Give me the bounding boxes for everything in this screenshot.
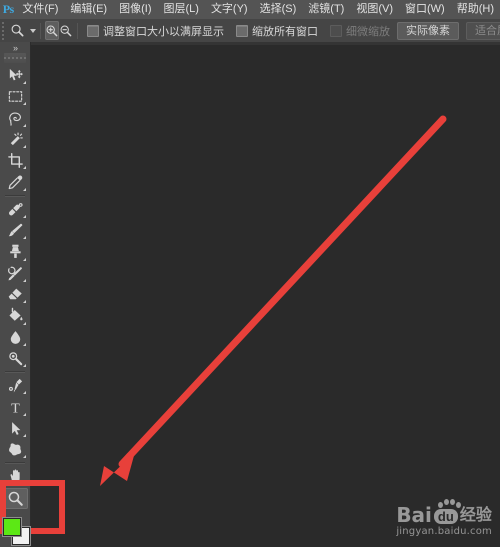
options-bar-grip[interactable] [0,19,4,42]
tool-custom-shape-tool[interactable] [2,439,28,460]
tool-flyout-indicator [23,257,26,261]
tool-flyout-indicator [23,434,26,438]
menu-bar: Ps 文件(F) 编辑(E) 图像(I) 图层(L) 文字(Y) 选择(S) 滤… [0,0,500,20]
zoom-all-windows-label: 缩放所有窗口 [252,25,318,38]
actual-pixels-button[interactable]: 实际像素 [397,21,459,40]
tool-hand-tool[interactable] [2,466,28,487]
tools-divider-2 [5,371,25,374]
tools-divider-1 [5,194,25,197]
tool-flyout-indicator [23,145,26,149]
tool-eraser-tool[interactable] [2,284,28,305]
watermark-bai: Bai [396,503,432,527]
tool-pen-tool[interactable] [2,375,28,396]
menu-layer[interactable]: 图层(L) [157,0,204,19]
foreground-color-swatch[interactable] [3,517,21,536]
tools-panel-grip[interactable] [4,53,26,63]
tool-flyout-indicator [23,236,26,240]
resize-windows-to-fit-label: 调整窗口大小以满屏显示 [103,25,224,38]
tool-flyout-indicator [23,81,26,85]
tool-gradient-tool[interactable] [2,305,28,326]
tool-zoom-tool[interactable] [2,487,28,509]
tool-flyout-indicator [23,342,26,346]
tool-crop-tool[interactable] [2,150,28,171]
tool-blur-tool[interactable] [2,327,28,348]
tool-flyout-indicator [23,278,26,282]
photoshop-logo: Ps [2,2,15,16]
zoom-out-button[interactable] [59,21,73,40]
tool-brush-tool[interactable] [2,220,28,241]
checkbox-box [236,24,248,37]
tool-healing-brush-tool[interactable] [2,199,28,220]
tool-preset-picker[interactable] [7,21,36,40]
tool-flyout-indicator [23,187,26,191]
tools-panel: » T [0,42,31,547]
tool-flyout-indicator [23,364,26,368]
svg-text:T: T [11,400,20,415]
tool-flyout-indicator [23,300,26,304]
tool-flyout-indicator [23,102,26,106]
zoom-all-windows-checkbox[interactable]: 缩放所有窗口 [236,23,318,39]
canvas-area[interactable] [31,42,500,547]
resize-windows-to-fit-checkbox[interactable]: 调整窗口大小以满屏显示 [87,23,224,39]
tool-magic-wand-tool[interactable] [2,129,28,150]
tool-path-selection-tool[interactable] [2,418,28,439]
tools-divider-3 [5,462,25,465]
checkbox-box [87,24,99,37]
baidu-paw-icon [436,499,462,513]
tool-eyedropper-tool[interactable] [2,171,28,192]
tool-rectangular-marquee-tool[interactable] [2,86,28,107]
zoom-in-button[interactable] [45,21,59,40]
checkbox-box [330,24,342,37]
tool-flyout-indicator [23,412,26,416]
tool-dodge-tool[interactable] [2,348,28,369]
zoom-tool-icon [7,21,27,40]
menu-window[interactable]: 窗口(W) [399,0,451,19]
menu-select[interactable]: 选择(S) [254,0,303,19]
menu-file[interactable]: 文件(F) [16,0,64,19]
tool-flyout-indicator [23,214,26,218]
tool-flyout-indicator [23,455,26,459]
options-separator-2 [77,22,78,39]
tool-flyout-indicator [23,321,26,325]
watermark-jingyan: 经验 [459,507,492,524]
baidu-jingyan-watermark: Bai du 经验 jingyan.baidu.com [396,499,492,537]
tool-flyout-indicator [23,123,26,127]
scrubby-zoom-checkbox: 细微缩放 [330,23,390,39]
tool-clone-stamp-tool[interactable] [2,241,28,262]
menu-edit[interactable]: 编辑(E) [64,0,113,19]
menu-help[interactable]: 帮助(H) [451,0,500,19]
menu-type[interactable]: 文字(Y) [205,0,254,19]
chevron-down-icon [30,28,36,33]
options-separator-1 [40,22,41,39]
tool-history-brush-tool[interactable] [2,263,28,284]
foreground-background-color-swatches[interactable] [0,515,30,547]
fit-screen-button[interactable]: 适合屏幕 [466,21,500,40]
menu-image[interactable]: 图像(I) [113,0,157,19]
tool-move-tool[interactable] [2,65,28,86]
double-chevron-right-icon[interactable]: » [0,42,30,53]
photoshop-window: Ps 文件(F) 编辑(E) 图像(I) 图层(L) 文字(Y) 选择(S) 滤… [0,0,500,547]
menu-filter[interactable]: 滤镜(T) [302,0,350,19]
tool-flyout-indicator [23,391,26,395]
options-bar: 调整窗口大小以满屏显示 缩放所有窗口 细微缩放 实际像素 适合屏幕 [0,19,500,43]
canvas-top-edge [31,42,500,45]
tool-flyout-indicator [23,166,26,170]
menu-view[interactable]: 视图(V) [350,0,399,19]
scrubby-zoom-label: 细微缩放 [346,25,390,38]
tool-lasso-tool[interactable] [2,107,28,128]
watermark-url: jingyan.baidu.com [396,526,492,537]
tool-type-tool[interactable]: T [2,396,28,417]
